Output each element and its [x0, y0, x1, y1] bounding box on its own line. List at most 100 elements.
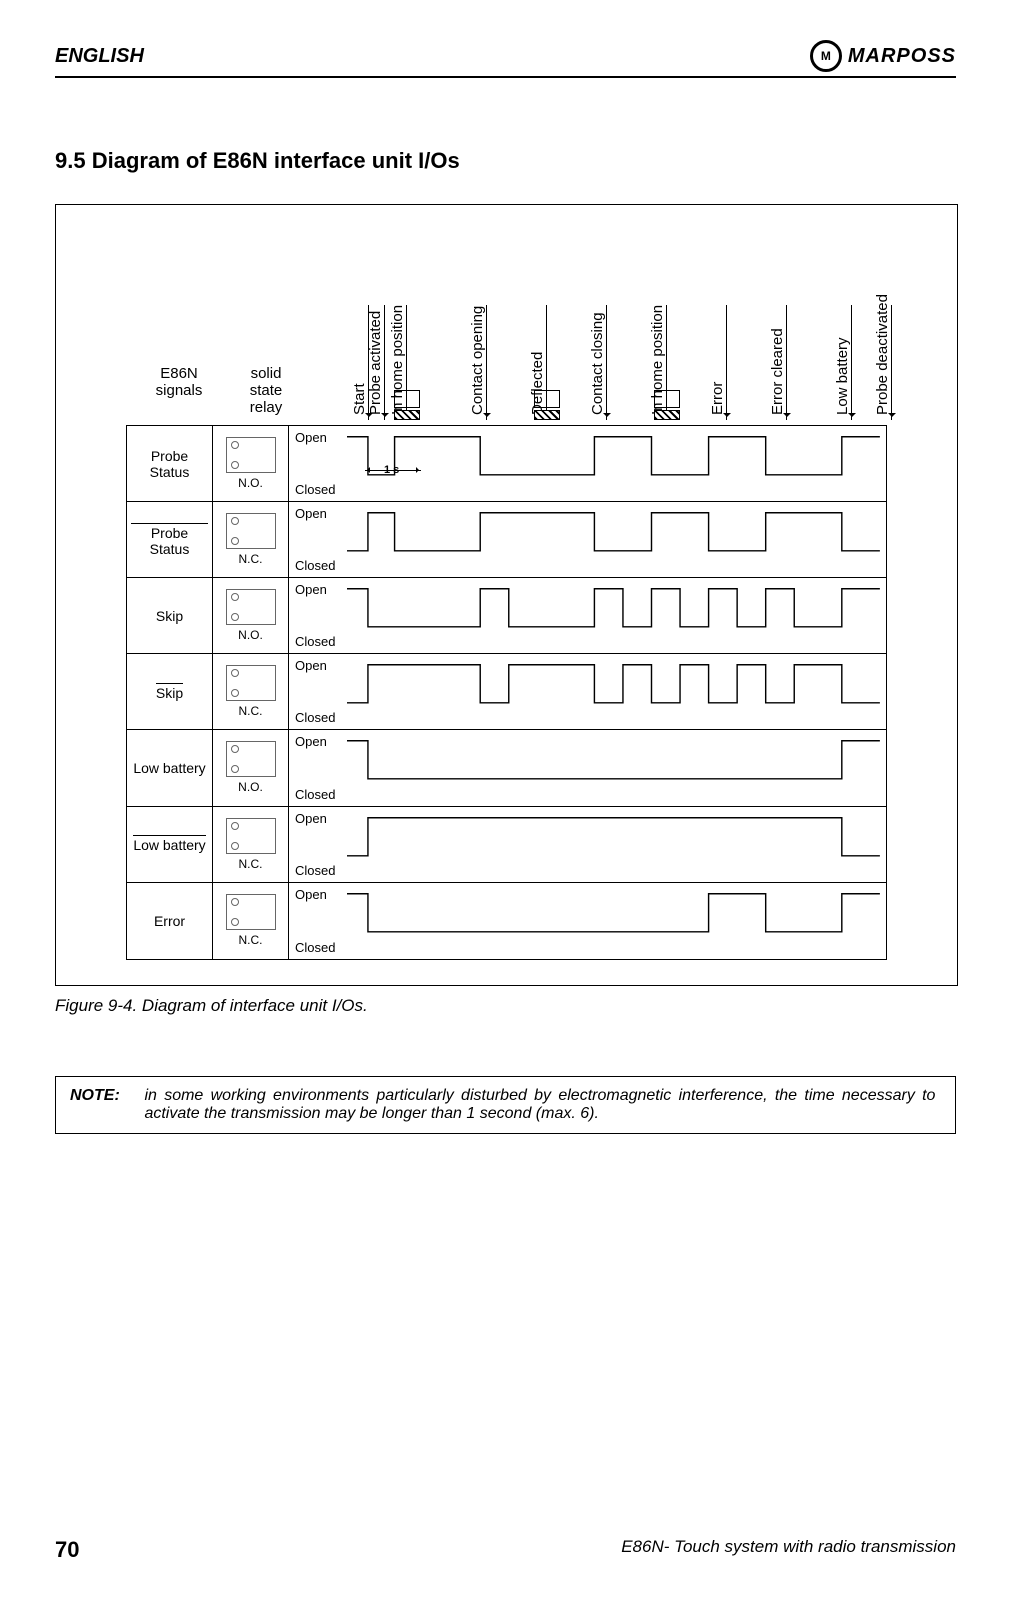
- event-arrow-icon: [726, 305, 727, 420]
- signal-name-cell: Skip: [127, 578, 213, 653]
- event-arrow-icon: [786, 305, 787, 420]
- brand-name: MARPOSS: [848, 45, 956, 68]
- relay-cell: N.C.: [213, 654, 289, 729]
- relay-type: N.C.: [239, 552, 263, 566]
- section-number: 9.5: [55, 148, 86, 173]
- signal-row: Skip N.C. Open Closed: [127, 654, 886, 730]
- waveform-icon: [347, 584, 880, 632]
- open-label: Open: [295, 582, 327, 597]
- open-label: Open: [295, 734, 327, 749]
- page-header: ENGLISH M MARPOSS: [55, 40, 956, 78]
- event-labels-area: StartProbe activatedIn home positionCont…: [316, 205, 937, 425]
- relay-type: N.C.: [239, 933, 263, 947]
- relay-symbol-icon: [226, 665, 276, 701]
- signal-name: Low battery: [133, 835, 205, 853]
- signal-name-cell: Probe Status: [127, 426, 213, 501]
- page-number: 70: [55, 1537, 79, 1563]
- signal-name: Error: [154, 913, 185, 929]
- relay-symbol-icon: [226, 894, 276, 930]
- signal-name: Skip: [156, 608, 183, 624]
- signal-name-cell: Skip: [127, 654, 213, 729]
- open-label: Open: [295, 506, 327, 521]
- doc-title: E86N- Touch system with radio transmissi…: [621, 1537, 956, 1563]
- waveform-cell: Open Closed: [289, 502, 886, 577]
- signal-row: Probe StatusN.O.OpenClosed1 s: [127, 426, 886, 502]
- event-label: Contact closing: [589, 312, 606, 415]
- signal-name-cell: Error: [127, 883, 213, 959]
- waveform-cell: OpenClosed1 s: [289, 426, 886, 501]
- relay-cell: N.O.: [213, 730, 289, 805]
- position-marker-icon: [394, 390, 420, 408]
- diagram-container: E86N signals solid state relay StartProb…: [55, 204, 958, 986]
- signal-name: Skip: [156, 683, 183, 701]
- brand-logo: M MARPOSS: [810, 40, 956, 72]
- waveform-cell: Open Closed: [289, 807, 886, 882]
- signal-name: Low battery: [133, 760, 205, 776]
- hatch-icon: [394, 410, 420, 420]
- language-label: ENGLISH: [55, 45, 144, 68]
- waveform-cell: OpenClosed: [289, 730, 886, 805]
- event-label: Error: [709, 382, 726, 415]
- relay-symbol-icon: [226, 437, 276, 473]
- hatch-icon: [534, 410, 560, 420]
- note-text: in some working environments particularl…: [144, 1087, 935, 1123]
- event-label: Low battery: [834, 337, 851, 415]
- relay-type: N.O.: [238, 780, 263, 794]
- signal-name-cell: Low battery: [127, 730, 213, 805]
- brand-mark-icon: M: [810, 40, 842, 72]
- figure-caption: Figure 9-4. Diagram of interface unit I/…: [55, 996, 956, 1016]
- relay-cell: N.C.: [213, 883, 289, 959]
- relay-cell: N.C.: [213, 502, 289, 577]
- closed-label: Closed: [295, 558, 335, 573]
- signals-column-header: E86N signals: [144, 365, 214, 399]
- waveform-cell: OpenClosed: [289, 578, 886, 653]
- section-heading: 9.5 Diagram of E86N interface unit I/Os: [55, 148, 956, 174]
- relay-symbol-icon: [226, 818, 276, 854]
- open-label: Open: [295, 658, 327, 673]
- event-label: Probe deactivated: [874, 294, 891, 415]
- signal-name: Probe Status: [131, 523, 208, 557]
- open-label: Open: [295, 811, 327, 826]
- relay-type: N.O.: [238, 476, 263, 490]
- relay-cell: N.O.: [213, 426, 289, 501]
- waveform-icon: [347, 508, 880, 556]
- event-arrow-icon: [384, 305, 385, 420]
- waveform-icon: [347, 432, 880, 480]
- closed-label: Closed: [295, 710, 335, 725]
- page-footer: 70 E86N- Touch system with radio transmi…: [55, 1537, 956, 1563]
- signal-row: Probe Status N.C. Open Closed: [127, 502, 886, 578]
- relay-type: N.C.: [239, 857, 263, 871]
- event-label: Start: [351, 383, 368, 415]
- closed-label: Closed: [295, 482, 335, 497]
- signal-name-cell: Probe Status: [127, 502, 213, 577]
- event-arrow-icon: [851, 305, 852, 420]
- note-label: NOTE:: [70, 1087, 140, 1105]
- relay-cell: N.C.: [213, 807, 289, 882]
- signal-row: ErrorN.C.OpenClosed: [127, 883, 886, 959]
- signal-row: Skip N.O. OpenClosed: [127, 578, 886, 654]
- signal-rows-table: Probe StatusN.O.OpenClosed1 sProbe Statu…: [126, 425, 887, 960]
- waveform-cell: Open Closed: [289, 654, 886, 729]
- waveform-icon: [347, 889, 880, 937]
- event-label: Contact opening: [469, 306, 486, 415]
- closed-label: Closed: [295, 863, 335, 878]
- time-marker-arrow-icon: [365, 470, 421, 471]
- relay-symbol-icon: [226, 741, 276, 777]
- relay-column-header: solid state relay: [236, 365, 296, 416]
- relay-cell: N.O.: [213, 578, 289, 653]
- relay-type: N.O.: [238, 628, 263, 642]
- waveform-icon: [347, 660, 880, 708]
- section-title: Diagram of E86N interface unit I/Os: [92, 148, 460, 173]
- position-marker-icon: [654, 390, 680, 408]
- event-arrow-icon: [891, 305, 892, 420]
- relay-symbol-icon: [226, 589, 276, 625]
- position-marker-icon: [534, 390, 560, 408]
- signal-row: Low battery N.C. Open Closed: [127, 807, 886, 883]
- waveform-icon: [347, 736, 880, 784]
- event-label: Probe activated: [367, 311, 384, 415]
- open-label: Open: [295, 430, 327, 445]
- open-label: Open: [295, 887, 327, 902]
- event-arrow-icon: [606, 305, 607, 420]
- note-box: NOTE: in some working environments parti…: [55, 1076, 956, 1134]
- signal-row: Low battery N.O. OpenClosed: [127, 730, 886, 806]
